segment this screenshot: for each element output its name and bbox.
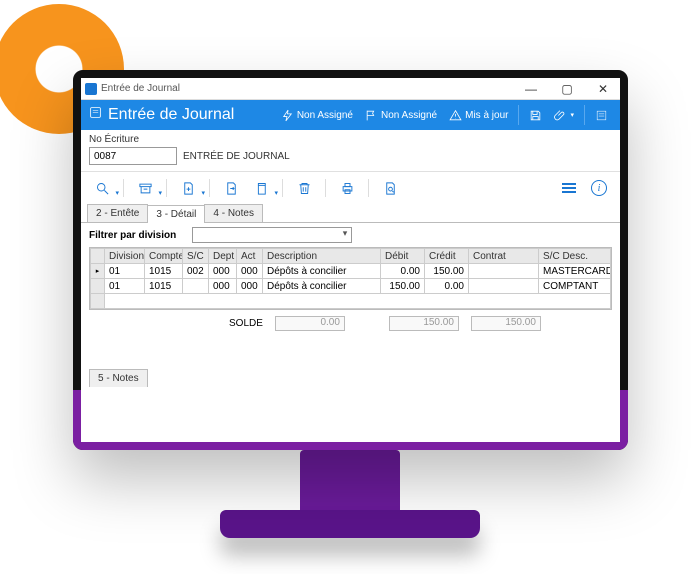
- close-button[interactable]: ✕: [590, 82, 616, 96]
- col-debit[interactable]: Débit: [381, 249, 425, 264]
- header-attach-button[interactable]: ▾: [550, 107, 578, 124]
- archive-icon: [138, 181, 153, 196]
- header-non-assigne-2[interactable]: Non Assigné: [361, 107, 441, 124]
- search-button[interactable]: [89, 176, 115, 200]
- solde-label: SOLDE: [229, 318, 263, 329]
- app-header: Entrée de Journal Non Assigné Non Assign…: [81, 100, 620, 130]
- window-title: Entrée de Journal: [101, 83, 180, 94]
- col-credit[interactable]: Crédit: [425, 249, 469, 264]
- toolbar: i: [81, 172, 620, 204]
- table-row[interactable]: 01 1015 000 000 Dépôts à concilier 150.0…: [91, 279, 611, 294]
- copy-icon: [254, 181, 269, 196]
- division-filter-select[interactable]: [192, 227, 352, 243]
- tab-detail[interactable]: 3 - Détail: [147, 205, 205, 223]
- tab-notes[interactable]: 4 - Notes: [204, 204, 263, 222]
- col-contrat[interactable]: Contrat: [469, 249, 539, 264]
- tab-entete[interactable]: 2 - Entête: [87, 204, 148, 222]
- form-icon: [595, 109, 608, 122]
- info-button[interactable]: i: [586, 176, 612, 200]
- page-title: Entrée de Journal: [108, 106, 234, 124]
- report-button[interactable]: [377, 176, 403, 200]
- row-marker: ▸: [91, 264, 105, 279]
- header-non-assigne-1[interactable]: Non Assigné: [277, 107, 357, 124]
- minimize-button[interactable]: —: [518, 82, 544, 96]
- filter-label: Filtrer par division: [89, 230, 176, 241]
- trash-icon: [297, 181, 312, 196]
- col-act[interactable]: Act: [237, 249, 263, 264]
- solde-value: 0.00: [275, 316, 345, 331]
- bottom-tab-notes[interactable]: 5 - Notes: [89, 369, 148, 387]
- detail-grid: Division Compte S/C Dept Act Description…: [89, 247, 612, 310]
- save-icon: [529, 109, 542, 122]
- warning-icon: [449, 109, 462, 122]
- print-icon: [340, 181, 355, 196]
- table-row[interactable]: ▸ 01 1015 002 000 000 Dépôts à concilier…: [91, 264, 611, 279]
- ecriture-number-input[interactable]: [89, 147, 177, 165]
- search-icon: [95, 181, 110, 196]
- header-menu-button[interactable]: [591, 107, 612, 124]
- archive-button[interactable]: [132, 176, 158, 200]
- window-titlebar: Entrée de Journal — ▢ ✕: [81, 78, 620, 100]
- hamburger-button[interactable]: [556, 176, 582, 200]
- col-division[interactable]: Division: [105, 249, 145, 264]
- col-scdesc[interactable]: S/C Desc.: [539, 249, 611, 264]
- total-credit: 150.00: [471, 316, 541, 331]
- info-icon: i: [591, 180, 607, 196]
- lightning-icon: [281, 109, 294, 122]
- entry-type-label: ENTRÉE DE JOURNAL: [183, 151, 290, 162]
- ecriture-label: No Écriture: [81, 130, 620, 145]
- paperclip-icon: [554, 109, 567, 122]
- header-mis-a-jour[interactable]: Mis à jour: [445, 107, 512, 124]
- header-save-button[interactable]: [525, 107, 546, 124]
- col-description[interactable]: Description: [263, 249, 381, 264]
- app-icon: [85, 83, 97, 95]
- total-debit: 150.00: [389, 316, 459, 331]
- flag-icon: [365, 109, 378, 122]
- page-arrow-icon: [224, 181, 239, 196]
- app-header-icon: [89, 106, 102, 124]
- col-sc[interactable]: S/C: [183, 249, 209, 264]
- print-button[interactable]: [334, 176, 360, 200]
- hamburger-icon: [562, 183, 576, 193]
- delete-button[interactable]: [291, 176, 317, 200]
- new-page-icon: [181, 181, 196, 196]
- copy-button[interactable]: [248, 176, 274, 200]
- export-button[interactable]: [218, 176, 244, 200]
- report-icon: [383, 181, 398, 196]
- col-dept[interactable]: Dept: [209, 249, 237, 264]
- new-button[interactable]: [175, 176, 201, 200]
- maximize-button[interactable]: ▢: [554, 82, 580, 96]
- col-compte[interactable]: Compte: [145, 249, 183, 264]
